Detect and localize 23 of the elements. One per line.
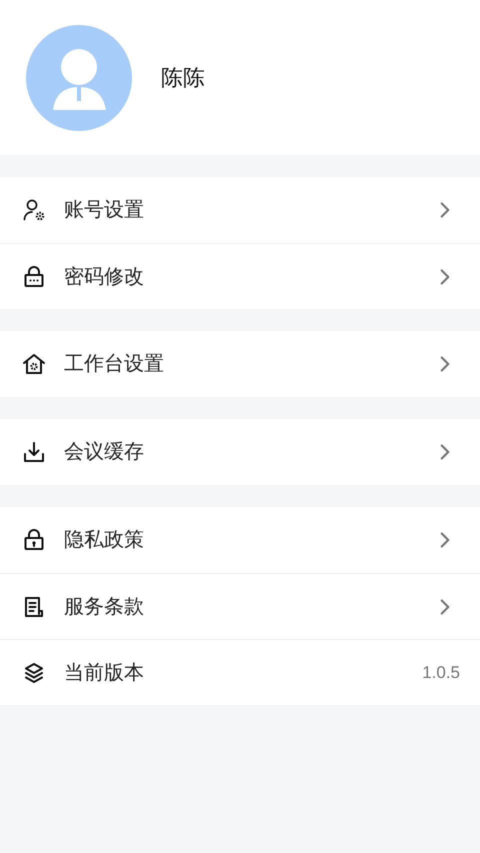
lock-icon xyxy=(22,264,46,288)
settings-row[interactable]: 账号设置 xyxy=(0,177,480,243)
row-label: 服务条款 xyxy=(64,594,145,620)
house-gear-icon xyxy=(22,352,46,376)
settings-row[interactable]: 当前版本 1.0.5 xyxy=(0,639,480,705)
settings-row[interactable]: 服务条款 xyxy=(0,573,480,639)
row-label: 隐私政策 xyxy=(64,528,145,553)
row-label: 工作台设置 xyxy=(64,352,165,377)
version-number: 1.0.5 xyxy=(422,662,460,684)
settings-row[interactable]: 会议缓存 xyxy=(0,419,480,485)
user-name: 陈陈 xyxy=(161,64,205,92)
lock-icon xyxy=(22,528,46,552)
row-label: 密码修改 xyxy=(64,264,145,290)
layers-icon xyxy=(22,660,46,684)
row-label: 当前版本 xyxy=(64,660,145,686)
document-icon xyxy=(22,594,46,618)
settings-row[interactable]: 工作台设置 xyxy=(0,331,480,397)
download-icon xyxy=(22,440,46,464)
row-label: 账号设置 xyxy=(64,198,145,223)
settings-row[interactable]: 隐私政策 xyxy=(0,507,480,573)
settings-row[interactable]: 密码修改 xyxy=(0,243,480,309)
user-gear-icon xyxy=(22,198,46,222)
row-label: 会议缓存 xyxy=(64,440,145,465)
